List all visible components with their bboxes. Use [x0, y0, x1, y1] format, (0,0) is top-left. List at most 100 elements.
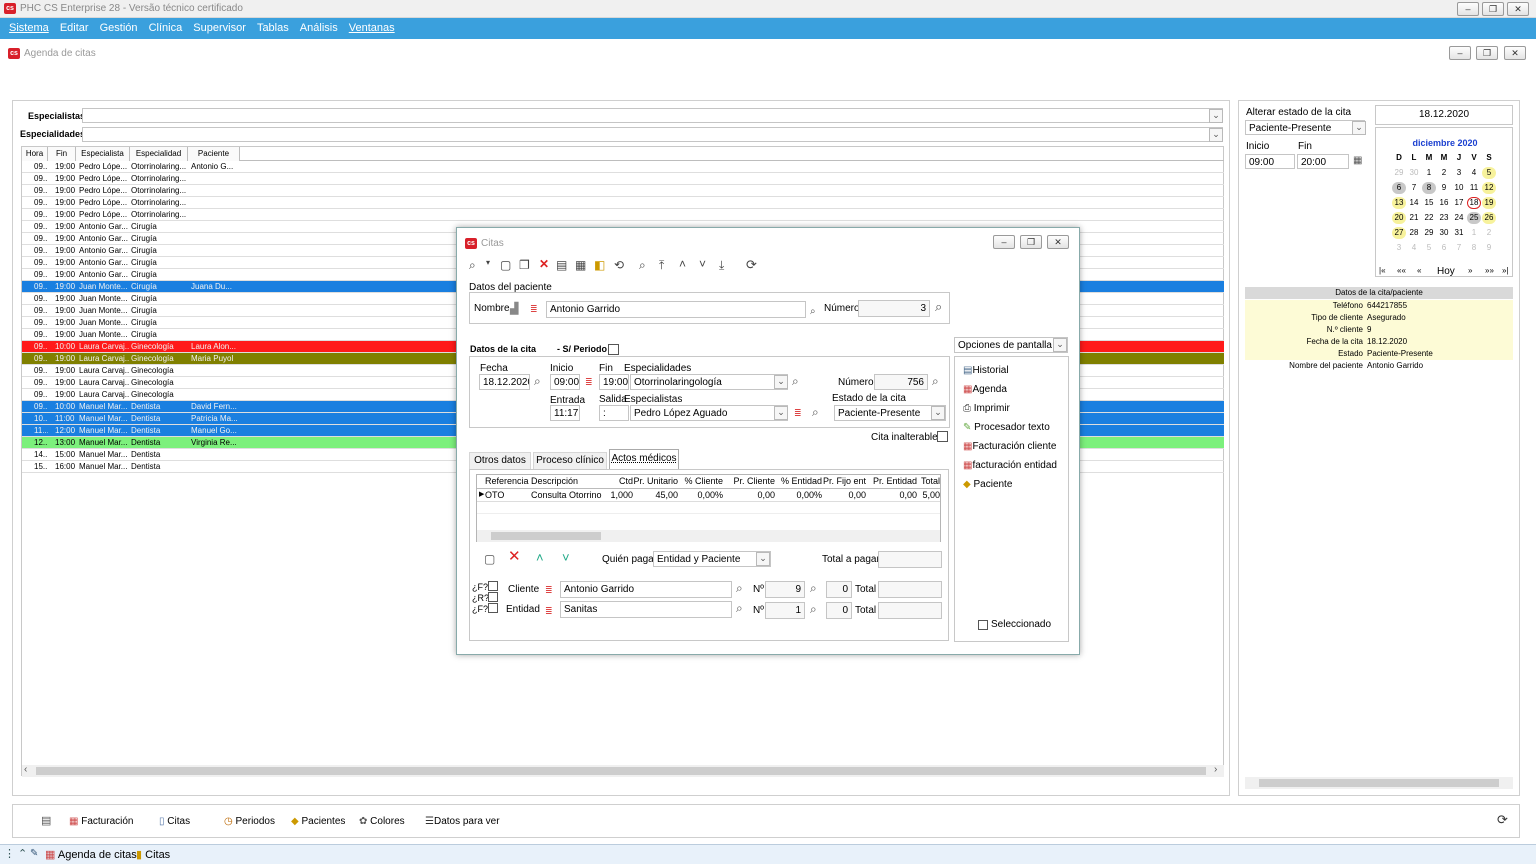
menu-analisis[interactable]: Análisis	[300, 18, 338, 39]
calendar-day[interactable]: 21	[1407, 212, 1421, 224]
actos-col-header[interactable]: Referencia	[485, 475, 531, 488]
fecha-search-icon[interactable]: ⌕	[534, 375, 541, 387]
actos-col-header[interactable]: % Entidad	[775, 475, 822, 488]
calendar-day[interactable]: 6	[1392, 182, 1406, 194]
prev-record-icon[interactable]: ˄	[679, 257, 686, 271]
taskbar-agenda[interactable]: ▦ Agenda de citas	[45, 848, 137, 861]
grid-scroll-thumb[interactable]	[36, 767, 1206, 775]
calendar-day[interactable]: 28	[1407, 227, 1421, 239]
nombre-search-icon[interactable]: ⌕	[810, 306, 816, 318]
calendar-day[interactable]: 7	[1452, 242, 1466, 254]
actos-cell[interactable]: 1,000	[609, 489, 633, 502]
add-line-icon[interactable]: ▢	[484, 553, 495, 565]
estado-cita-select[interactable]: Paciente-Presente	[834, 405, 946, 421]
calculator-icon[interactable]: ▤	[41, 815, 51, 827]
especialistas-select[interactable]	[82, 108, 1223, 123]
actos-col-header[interactable]: Pr. Cliente	[723, 475, 775, 488]
form-icon[interactable]: ▤	[556, 258, 567, 272]
numero-cita-search-icon[interactable]: ⌕	[932, 375, 939, 387]
calendar-day[interactable]: 9	[1437, 182, 1451, 194]
especialistas-dropdown-icon[interactable]: ⌄	[1209, 109, 1223, 123]
salida-input[interactable]: :	[599, 405, 629, 421]
calendar-day[interactable]: 1	[1422, 167, 1436, 179]
cliente-n-search-icon[interactable]: ⌕	[810, 582, 817, 594]
preview-icon[interactable]: ⌕	[639, 258, 646, 273]
procesador-button[interactable]: ✎ Procesador texto	[963, 421, 1050, 435]
scroll-right-icon[interactable]: ›	[1214, 764, 1217, 775]
especialista-list-icon[interactable]: ≣	[794, 407, 802, 419]
col-fin[interactable]: Fin	[48, 147, 76, 161]
first-record-icon[interactable]: ⤒	[659, 258, 664, 273]
pacientes-button[interactable]: ◆ Pacientes	[291, 815, 345, 829]
especialidades-select[interactable]	[82, 127, 1223, 142]
calendar-day[interactable]: 17	[1452, 197, 1466, 209]
entidad-search-icon[interactable]: ⌕	[736, 602, 743, 614]
inicio-list-icon[interactable]: ≣	[585, 376, 593, 388]
especialidad-search-icon[interactable]: ⌕	[792, 375, 799, 387]
calendar-day[interactable]: 13	[1392, 197, 1406, 209]
calendar-day[interactable]: 18	[1467, 197, 1481, 209]
taskbar-citas[interactable]: ▮ Citas	[136, 848, 170, 861]
cliente-list-icon[interactable]: ≣	[545, 584, 553, 596]
calendar-nav-button[interactable]: «	[1417, 266, 1421, 275]
especialista-dropdown-icon[interactable]: ⌄	[774, 406, 788, 420]
periodos-button[interactable]: ◷ Periodos	[224, 815, 275, 829]
opciones-dropdown-icon[interactable]: ⌄	[1053, 338, 1067, 352]
reload-icon[interactable]: ⟲	[614, 258, 624, 272]
paciente-button[interactable]: ◆ Paciente	[963, 478, 1012, 492]
actos-col-header[interactable]: Pr. Unitario	[633, 475, 678, 488]
calendar-date[interactable]: 18.12.2020	[1375, 105, 1513, 125]
inicio-input[interactable]: 09:00	[1245, 154, 1295, 169]
calendar-day[interactable]: 25	[1467, 212, 1481, 224]
move-down-icon[interactable]: ˅	[562, 551, 570, 564]
calendar-day[interactable]: 15	[1422, 197, 1436, 209]
calendar-day[interactable]: 22	[1422, 212, 1436, 224]
move-up-icon[interactable]: ˄	[536, 551, 544, 564]
especialista-select[interactable]: Pedro López Aguado	[630, 405, 788, 421]
especialidad-dropdown-icon[interactable]: ⌄	[774, 375, 788, 389]
nombre-input[interactable]: Antonio Garrido	[546, 301, 806, 318]
col-paciente[interactable]: Paciente	[188, 147, 240, 161]
calendar-day[interactable]: 9	[1482, 242, 1496, 254]
agenda-button[interactable]: ▦Agenda	[963, 383, 1007, 397]
calendar-day[interactable]: 30	[1437, 227, 1451, 239]
estado-select[interactable]: Paciente-Presente	[1245, 120, 1365, 135]
datos-para-ver-button[interactable]: ☰Datos para ver	[425, 815, 500, 829]
cliente-n-input[interactable]: 9	[765, 581, 805, 598]
quien-paga-select[interactable]: Entidad y Paciente	[653, 551, 771, 567]
imprimir-button[interactable]: ⎙ Imprimir	[963, 402, 1010, 416]
calendar-day[interactable]: 4	[1467, 167, 1481, 179]
col-especialista[interactable]: Especialista	[76, 147, 130, 161]
right-scroll-thumb[interactable]	[1259, 779, 1499, 787]
actos-grid[interactable]: Referencia Descripción Ctd Pr. Unitario% Cl…	[476, 474, 941, 542]
calendar-day[interactable]: 8	[1467, 242, 1481, 254]
actos-hscrollbar[interactable]	[477, 530, 940, 542]
especialista-search-icon[interactable]: ⌕	[812, 406, 819, 418]
facturacion-entidad-button[interactable]: ▦facturación entidad	[963, 459, 1057, 473]
table-row[interactable]: 09... 19:00 Pedro Lópe...Otorrinolaring...	[22, 173, 1224, 185]
menu-clinica[interactable]: Clínica	[149, 18, 183, 39]
calendar-day[interactable]: 2	[1482, 227, 1496, 239]
last-record-icon[interactable]: ⤓	[719, 258, 724, 273]
tab-actos-medicos[interactable]: Actos médicos	[609, 449, 679, 469]
entidad-n-input[interactable]: 1	[765, 602, 805, 619]
calendar-day[interactable]: 26	[1482, 212, 1496, 224]
calendar-day[interactable]: 30	[1407, 167, 1421, 179]
col-especialidad[interactable]: Especialidad	[130, 147, 188, 161]
numero-cita-input[interactable]: 756	[874, 374, 928, 390]
actos-cell[interactable]: 45,00	[633, 489, 678, 502]
search-dropdown-icon[interactable]: ▾	[486, 258, 490, 267]
actos-col-header[interactable]: Descripción	[531, 475, 609, 488]
calendar-day[interactable]: 5	[1482, 167, 1496, 179]
calendar-day[interactable]: 29	[1422, 227, 1436, 239]
numero-search-icon[interactable]: ⌕	[935, 300, 942, 313]
inalterable-checkbox[interactable]	[937, 431, 948, 442]
menu-tablas[interactable]: Tablas	[257, 18, 289, 39]
close-icon[interactable]: ✕	[1507, 2, 1529, 16]
dialog-restore-icon[interactable]: ❐	[1020, 235, 1042, 249]
calendar-day[interactable]: 16	[1437, 197, 1451, 209]
inicio-cita-input[interactable]: 09:00	[550, 374, 580, 390]
child-restore-icon[interactable]: ❐	[1476, 46, 1498, 60]
calendar-day[interactable]: 29	[1392, 167, 1406, 179]
copy-icon[interactable]: ❐	[519, 258, 530, 272]
